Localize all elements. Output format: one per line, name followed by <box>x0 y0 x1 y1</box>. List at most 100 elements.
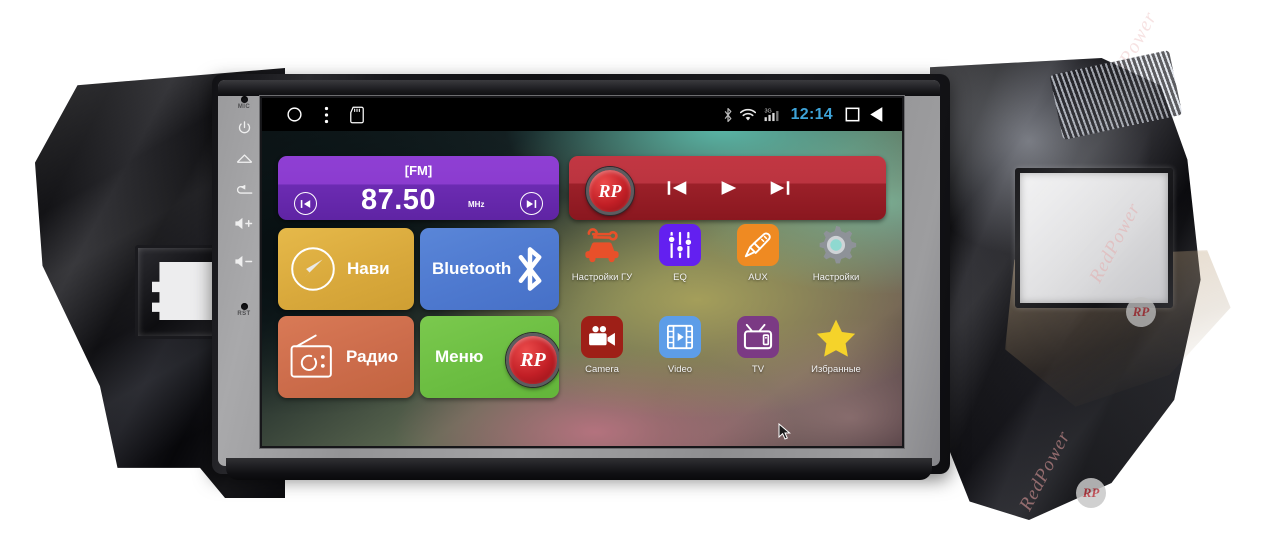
gear-icon <box>819 225 857 264</box>
status-clock: 12:14 <box>790 105 833 123</box>
app-camera[interactable]: Camera <box>566 316 638 375</box>
right-trim-panel <box>930 58 1201 520</box>
fm-radio-widget[interactable]: [FM] 87.50 MHz <box>278 156 559 220</box>
microphone-hole: MIC <box>228 96 260 110</box>
tile-menu[interactable]: Меню RP <box>420 316 559 398</box>
television-icon <box>743 323 773 350</box>
recents-square-icon[interactable] <box>844 106 861 123</box>
app-icon <box>659 224 701 266</box>
lcd-screen[interactable]: 3G 12:14 [FM] 87.50 MHz RP Нави Bluetoot… <box>262 98 902 446</box>
app-label: Настройки ГУ <box>571 272 633 283</box>
app-label: TV <box>751 364 765 375</box>
app-label: AUX <box>748 272 768 283</box>
play-icon <box>721 181 736 195</box>
sd-card-icon[interactable] <box>350 106 364 124</box>
app-icon <box>581 224 623 266</box>
app-icon <box>737 224 779 266</box>
tile-radio[interactable]: Радио <box>278 316 414 398</box>
next-track-icon <box>526 199 537 208</box>
app-icon <box>659 316 701 358</box>
media-play-button[interactable] <box>715 176 741 200</box>
home-circle-icon[interactable] <box>286 106 303 123</box>
rp-logo-icon: RP <box>506 333 559 387</box>
reset-button[interactable]: RST <box>228 303 260 317</box>
app-aux[interactable]: AUX <box>722 224 794 283</box>
home-icon <box>236 154 252 163</box>
app-label: Camera <box>585 364 619 375</box>
watermark-text: RedPower <box>1015 427 1075 515</box>
back-triangle-icon[interactable] <box>868 106 886 123</box>
watermark-rp-badge: RP <box>1126 297 1156 327</box>
radio-icon <box>290 334 332 378</box>
app-eq[interactable]: EQ <box>644 224 716 283</box>
wifi-icon <box>739 108 756 120</box>
android-status-bar: 3G 12:14 <box>262 98 902 131</box>
volume-down-button[interactable] <box>228 254 260 269</box>
app-video[interactable]: Video <box>644 316 716 375</box>
app-icon <box>815 316 857 358</box>
back-button[interactable] <box>228 184 260 197</box>
fm-next-button[interactable] <box>520 192 543 215</box>
volume-down-icon <box>234 255 252 268</box>
tile-bluetooth[interactable]: Bluetooth <box>420 228 559 310</box>
compass-icon <box>291 247 335 291</box>
home-button[interactable] <box>228 152 260 166</box>
head-unit-bottom-lip <box>226 458 932 480</box>
app-label: Video <box>667 364 693 375</box>
app-favorites[interactable]: Избранные <box>800 316 872 375</box>
app-tv[interactable]: TV <box>722 316 794 375</box>
watermark-text: RedPower <box>1085 199 1145 287</box>
audio-jack-icon <box>744 232 771 258</box>
power-icon <box>238 121 250 134</box>
tile-navi[interactable]: Нави <box>278 228 414 310</box>
home-screen: [FM] 87.50 MHz RP Нави Bluetooth Радио М… <box>262 131 902 446</box>
right-trim-sheen <box>930 58 1201 520</box>
left-trim-cutout-inner <box>152 262 214 320</box>
app-icon <box>581 316 623 358</box>
car-wrench-icon <box>585 228 619 263</box>
bluetooth-icon <box>518 247 542 291</box>
prev-track-icon <box>667 181 687 195</box>
app-label: Настройки <box>812 272 860 283</box>
bluetooth-icon <box>724 107 732 122</box>
watermark-rp-badge: RP <box>1076 478 1106 508</box>
media-next-button[interactable] <box>767 176 793 200</box>
volume-up-button[interactable] <box>228 216 260 231</box>
fm-frequency-unit: MHz <box>468 200 485 209</box>
overflow-menu-icon[interactable] <box>324 106 329 124</box>
fm-frequency: 87.50 <box>360 184 437 216</box>
watermark-text: RedPower <box>1099 7 1162 99</box>
reset-label: RST <box>237 311 251 317</box>
camcorder-icon <box>589 326 615 346</box>
rp-logo-icon: RP <box>586 167 634 215</box>
media-player-widget[interactable]: RP <box>569 156 886 220</box>
app-label: Избранные <box>811 364 861 375</box>
right-trim-reflection <box>1005 250 1231 407</box>
back-arrow-icon <box>237 184 253 194</box>
tile-label: Bluetooth <box>432 259 512 278</box>
film-play-icon <box>667 324 693 350</box>
tile-label: Нави <box>347 259 390 278</box>
right-trim-window <box>1015 168 1173 308</box>
3g-signal-icon: 3G <box>764 109 779 122</box>
mic-label: MIC <box>237 104 251 110</box>
right-trim-mesh <box>1049 50 1183 140</box>
app-icon <box>815 224 857 266</box>
app-settings[interactable]: Настройки <box>800 224 872 283</box>
tile-label: Меню <box>435 347 484 366</box>
svg-text:3G: 3G <box>764 109 771 115</box>
app-icon <box>737 316 779 358</box>
media-prev-button[interactable] <box>664 176 690 200</box>
bezel-control-strip: MIC RST <box>228 96 260 346</box>
head-unit-top-edge <box>218 80 940 96</box>
screenshot-root: RedPower RedPower RedPower RP RP MIC RST… <box>0 0 1280 542</box>
tile-label: Радио <box>346 347 399 366</box>
app-label: EQ <box>673 272 687 283</box>
star-icon <box>816 319 856 357</box>
volume-up-icon <box>234 217 252 230</box>
power-button[interactable] <box>228 120 260 135</box>
next-track-icon <box>770 181 790 195</box>
fm-widget-title: [FM] <box>404 162 433 178</box>
app-hu-settings[interactable]: Настройки ГУ <box>566 224 638 283</box>
equalizer-sliders-icon <box>667 231 693 259</box>
